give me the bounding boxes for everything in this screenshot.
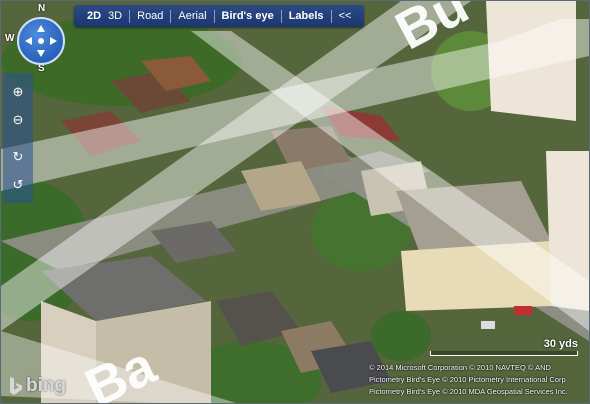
copyright-line: Pictometry Bird's Eye © 2010 MDA Geospat…: [369, 387, 568, 396]
map-side-controls: ⊕ ⊖ ↻ ↺: [3, 73, 33, 203]
bing-logo-icon: [10, 377, 22, 395]
scale-label: 30 yds: [543, 338, 578, 350]
bing-logo[interactable]: bing: [9, 375, 66, 397]
zoom-out-icon[interactable]: ⊖: [9, 111, 27, 129]
scale-bar: [430, 351, 578, 356]
road-button[interactable]: Road: [130, 10, 170, 22]
zoom-in-icon[interactable]: ⊕: [9, 83, 27, 101]
copyright-line: © 2014 Microsoft Corporation © 2010 NAVT…: [369, 363, 551, 372]
pan-compass[interactable]: N W S: [3, 3, 65, 74]
rotate-ccw-icon[interactable]: ↺: [9, 176, 27, 194]
view-2d-button[interactable]: 2D: [80, 10, 108, 22]
pan-compass-icon[interactable]: [17, 17, 65, 65]
labels-button[interactable]: Labels: [282, 10, 331, 22]
view-3d-button[interactable]: 3D: [108, 10, 129, 22]
aerial-button[interactable]: Aerial: [171, 10, 213, 22]
bing-wordmark: bing: [26, 375, 67, 396]
birdseye-button[interactable]: Bird's eye: [215, 10, 281, 22]
compass-north: N: [38, 3, 46, 14]
compass-west: W: [5, 33, 15, 44]
map-view-toolbar: 2D 3D Road Aerial Bird's eye Labels <<: [74, 5, 365, 27]
map-scale: 30 yds: [430, 338, 578, 356]
copyright-notice: © 2014 Microsoft Corporation © 2010 NAVT…: [369, 362, 587, 398]
collapse-toolbar-button[interactable]: <<: [332, 10, 359, 22]
copyright-line: Pictometry Bird's Eye © 2010 Pictometry …: [369, 375, 566, 384]
rotate-cw-icon[interactable]: ↻: [9, 148, 27, 166]
map-canvas[interactable]: Bu Ba N W S ⊕ ⊖ ↻ ↺ 2D 3D Road Aerial Bi…: [0, 0, 590, 404]
